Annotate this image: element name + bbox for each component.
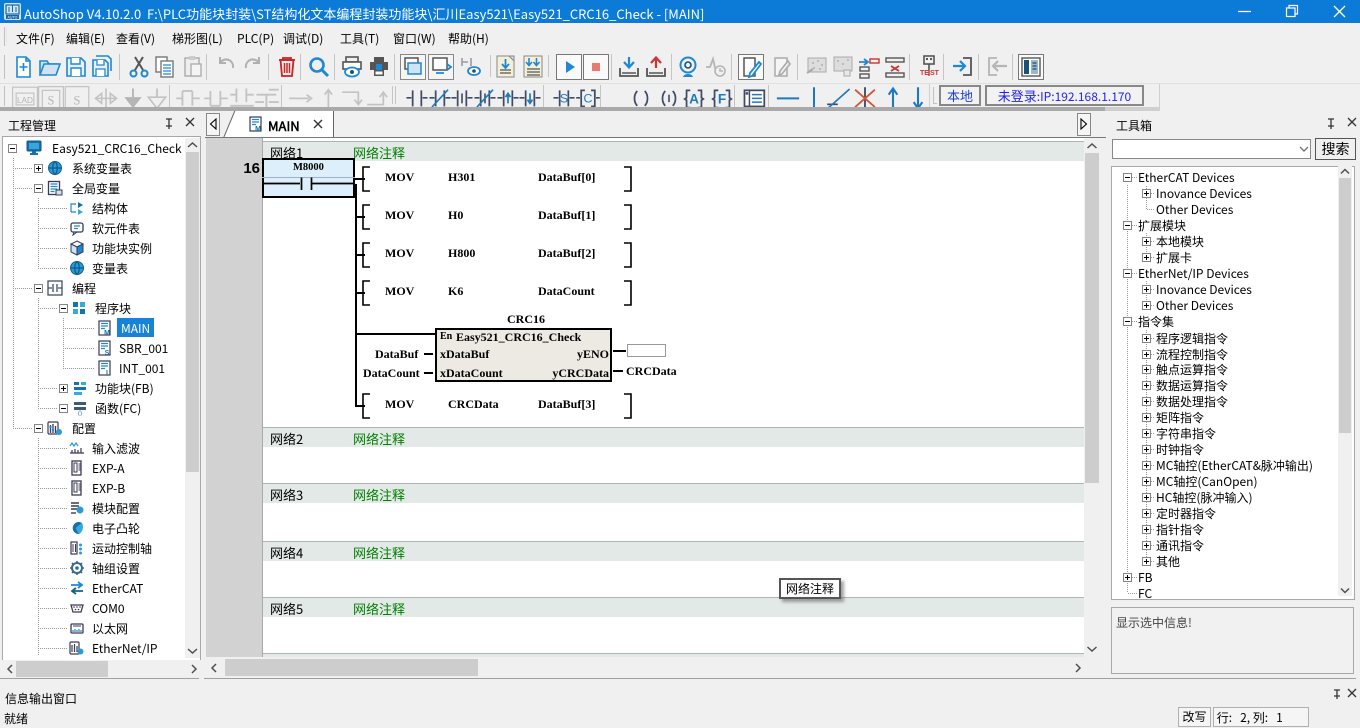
svg-text:S: S: [560, 92, 568, 106]
svg-text:A: A: [689, 91, 699, 106]
svg-text:I: I: [106, 370, 108, 376]
svg-text:F: F: [718, 91, 726, 106]
svg-text:LAD: LAD: [17, 96, 33, 105]
svg-text:S: S: [105, 350, 110, 356]
svg-text:M: M: [255, 126, 261, 132]
svg-text:S: S: [48, 94, 55, 108]
svg-text:(): (): [78, 411, 82, 416]
svg-text:TE: TE: [920, 70, 929, 77]
svg-text:M: M: [104, 330, 110, 336]
svg-text:AUTO: AUTO: [8, 16, 18, 20]
svg-text:C: C: [584, 92, 593, 106]
svg-text:S: S: [74, 94, 81, 108]
svg-text:ST: ST: [930, 70, 940, 77]
